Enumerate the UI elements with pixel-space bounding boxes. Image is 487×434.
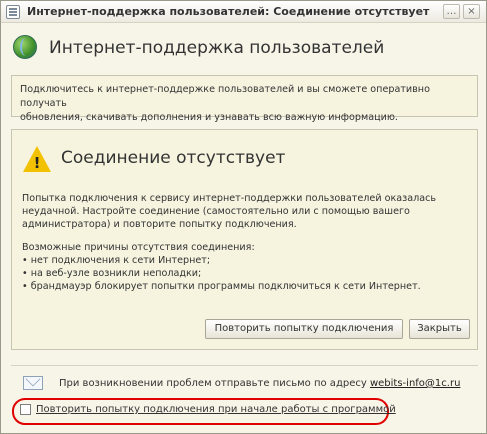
retry-on-start-option[interactable]: Повторить попытку подключения при начале…	[20, 404, 396, 415]
reasons-block: Возможные причины отсутствия соединения:…	[22, 241, 472, 293]
info-text-line-1: Подключитесь к интернет-поддержке пользо…	[20, 84, 430, 109]
globe-icon	[13, 35, 37, 59]
status-title: Соединение отсутствует	[61, 148, 286, 168]
status-desc-line-3: администратора) и повторите попытку подк…	[22, 219, 297, 230]
page-title: Интернет-поддержка пользователей	[49, 38, 385, 58]
reason-item: • брандмауэр блокирует попытки программы…	[22, 281, 421, 292]
close-button[interactable]: Закрыть	[409, 319, 470, 339]
support-email-link[interactable]: webits-info@1c.ru	[370, 378, 460, 389]
retry-on-start-checkbox[interactable]	[20, 404, 31, 415]
reason-item: • на веб-узле возникли неполадки;	[22, 268, 202, 279]
more-icon[interactable]: …	[443, 4, 460, 19]
reasons-title: Возможные причины отсутствия соединения:	[22, 242, 255, 253]
status-description: Попытка подключения к сервису интернет-п…	[22, 192, 472, 231]
app-window-icon	[6, 5, 20, 19]
info-text-line-2: обновления, скачивать дополнения и узнав…	[20, 112, 398, 123]
mail-icon	[23, 376, 43, 390]
info-panel: Подключитесь к интернет-поддержке пользо…	[11, 75, 478, 123]
header: Интернет-поддержка пользователей	[9, 31, 479, 69]
status-desc-line-2: неудачной. Настройте соединение (самосто…	[22, 206, 410, 217]
reason-item: • нет подключения к сети Интернет;	[22, 255, 211, 266]
title-bar[interactable]: Интернет-поддержка пользователей: Соедин…	[1, 1, 486, 23]
support-mail-text: При возникновении проблем отправьте пись…	[59, 378, 460, 389]
warning-mark: !	[33, 154, 41, 172]
window-title: Интернет-поддержка пользователей: Соедин…	[27, 5, 430, 18]
dialog-window: Интернет-поддержка пользователей: Соедин…	[0, 0, 487, 434]
close-icon[interactable]: ×	[463, 4, 480, 19]
status-desc-line-1: Попытка подключения к сервису интернет-п…	[22, 193, 437, 204]
retry-on-start-label[interactable]: Повторить попытку подключения при начале…	[36, 404, 396, 415]
mail-prompt: При возникновении проблем отправьте пись…	[59, 378, 367, 389]
title-buttons: … ×	[443, 4, 480, 19]
retry-connection-button[interactable]: Повторить попытку подключения	[205, 319, 403, 339]
connection-status-panel: ! Соединение отсутствует Попытка подключ…	[11, 129, 478, 350]
footer-divider	[11, 365, 478, 366]
